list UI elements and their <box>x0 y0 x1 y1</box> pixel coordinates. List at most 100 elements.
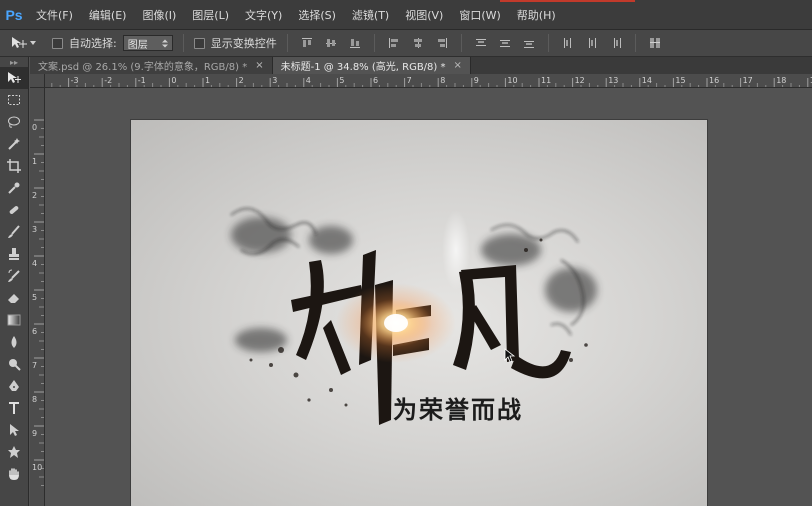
menubar-accent-line <box>500 0 635 2</box>
document-canvas[interactable]: 为荣誉而战 <box>131 120 707 506</box>
align-right-icon[interactable] <box>435 36 449 50</box>
ruler-label: 17 <box>743 76 753 85</box>
shape-tool-icon[interactable] <box>0 441 28 463</box>
menu-bar: Ps 文件(F) 编辑(E) 图像(I) 图层(L) 文字(Y) 选择(S) 滤… <box>0 0 812 30</box>
ruler-label: 1 <box>205 76 210 85</box>
ruler-label: 10 <box>507 76 517 85</box>
vertical-ruler-ticks: 0 1 2 3 4 5 6 7 8 9 10 <box>32 119 44 486</box>
clone-stamp-tool-icon[interactable] <box>0 243 28 265</box>
pen-tool-icon[interactable] <box>0 375 28 397</box>
ruler-label: 15 <box>675 76 685 85</box>
vertical-ruler[interactable]: 0 1 2 3 4 5 6 7 8 9 10 <box>30 88 45 506</box>
distribute-right-icon[interactable] <box>609 36 623 50</box>
eraser-tool-icon[interactable] <box>0 287 28 309</box>
ruler-label: 8 <box>32 395 37 404</box>
tab-document-1[interactable]: 文案.psd @ 26.1% (9.字体的意象，RGB/8) * × <box>30 57 273 74</box>
menu-image[interactable]: 图像(I) <box>134 7 184 23</box>
tab-document-2-label: 未标题-1 @ 34.8% (高光, RGB/8) * <box>280 62 446 73</box>
ruler-label: -1 <box>138 76 146 85</box>
brush-tool-icon[interactable] <box>0 221 28 243</box>
eyedropper-tool-icon[interactable] <box>0 177 28 199</box>
ruler-label: 14 <box>642 76 652 85</box>
tool-preset-picker[interactable] <box>10 36 46 50</box>
tab-document-2[interactable]: 未标题-1 @ 34.8% (高光, RGB/8) * × <box>272 57 471 74</box>
ruler-label: 18 <box>776 76 786 85</box>
ruler-label: 4 <box>306 76 311 85</box>
menu-select[interactable]: 选择(S) <box>290 7 344 23</box>
ruler-label: -3 <box>71 76 79 85</box>
options-bar: 自动选择: 图层 显示变换控件 <box>0 30 812 57</box>
ruler-label: 7 <box>32 361 37 370</box>
hand-tool-icon[interactable] <box>0 463 28 485</box>
menu-window[interactable]: 窗口(W) <box>451 7 508 23</box>
ruler-label: 1 <box>32 157 37 166</box>
horizontal-ruler-ticks: -4-3-2-1012345678910111213141516171819 <box>51 76 812 87</box>
align-bottom-icon[interactable] <box>348 36 362 50</box>
menu-filter[interactable]: 滤镜(T) <box>344 7 397 23</box>
ruler-origin[interactable] <box>30 74 45 88</box>
menu-view[interactable]: 视图(V) <box>397 7 451 23</box>
ruler-label: 6 <box>373 76 378 85</box>
distribute-hcenter-icon[interactable] <box>585 36 599 50</box>
path-selection-tool-icon[interactable] <box>0 419 28 441</box>
document-workspace[interactable]: 为荣誉而战 <box>45 88 812 506</box>
align-top-icon[interactable] <box>300 36 314 50</box>
ruler-label: 5 <box>339 76 344 85</box>
ruler-label: 3 <box>32 225 37 234</box>
close-icon[interactable]: × <box>255 60 263 71</box>
ruler-label: 0 <box>171 76 176 85</box>
auto-select-value: 图层 <box>127 39 148 51</box>
blur-tool-icon[interactable] <box>0 331 28 353</box>
auto-select-label: 自动选择: <box>69 37 117 50</box>
gradient-tool-icon[interactable] <box>0 309 28 331</box>
canvas-subtitle-text: 为荣誉而战 <box>393 395 523 424</box>
align-vcenter-icon[interactable] <box>324 36 338 50</box>
photoshop-logo-icon: Ps <box>5 6 23 23</box>
document-tabs: 文案.psd @ 26.1% (9.字体的意象，RGB/8) * × 未标题-1… <box>30 57 812 74</box>
ruler-label: 3 <box>272 76 277 85</box>
healing-brush-tool-icon[interactable] <box>0 199 28 221</box>
distribute-bottom-icon[interactable] <box>522 36 536 50</box>
menu-help[interactable]: 帮助(H) <box>509 7 564 23</box>
ruler-label: 10 <box>32 463 42 472</box>
show-transform-checkbox[interactable] <box>193 37 205 49</box>
separator <box>286 34 288 52</box>
distribute-left-icon[interactable] <box>561 36 575 50</box>
distribute-vcenter-icon[interactable] <box>498 36 512 50</box>
menu-file[interactable]: 文件(F) <box>28 7 81 23</box>
updown-arrow-icon <box>161 39 168 47</box>
ruler-label: 4 <box>32 259 37 268</box>
history-brush-tool-icon[interactable] <box>0 265 28 287</box>
show-transform-label: 显示变换控件 <box>210 37 277 50</box>
move-tool-icon <box>12 37 27 48</box>
ruler-label: 5 <box>32 293 37 302</box>
dodge-tool-icon[interactable] <box>0 353 28 375</box>
horizontal-ruler[interactable]: -4-3-2-1012345678910111213141516171819 <box>45 74 812 88</box>
separator <box>373 34 375 52</box>
menu-layer[interactable]: 图层(L) <box>184 7 237 23</box>
distribute-top-icon[interactable] <box>474 36 488 50</box>
menu-type[interactable]: 文字(Y) <box>237 7 290 23</box>
ruler-label: 0 <box>32 123 37 132</box>
move-tool-icon[interactable] <box>0 67 28 89</box>
type-tool-icon[interactable] <box>0 397 28 419</box>
panel-grip-icon[interactable]: ▸▸ <box>0 57 28 67</box>
marquee-tool-icon[interactable] <box>0 89 28 111</box>
crop-tool-icon[interactable] <box>0 155 28 177</box>
magic-wand-tool-icon[interactable] <box>0 133 28 155</box>
close-icon[interactable]: × <box>454 60 462 71</box>
auto-align-layers-icon[interactable] <box>648 36 662 50</box>
menu-edit[interactable]: 编辑(E) <box>81 7 135 23</box>
ruler-label: 2 <box>32 191 37 200</box>
auto-select-dropdown[interactable]: 图层 <box>122 35 173 51</box>
lasso-tool-icon[interactable] <box>0 111 28 133</box>
separator <box>460 34 462 52</box>
align-hcenter-icon[interactable] <box>411 36 425 50</box>
ruler-label: 9 <box>474 76 479 85</box>
tools-panel: ▸▸ <box>0 57 29 506</box>
ruler-label: 16 <box>709 76 719 85</box>
separator <box>547 34 549 52</box>
auto-select-checkbox[interactable] <box>52 37 63 49</box>
align-left-icon[interactable] <box>387 36 401 50</box>
ruler-label: 2 <box>239 76 244 85</box>
